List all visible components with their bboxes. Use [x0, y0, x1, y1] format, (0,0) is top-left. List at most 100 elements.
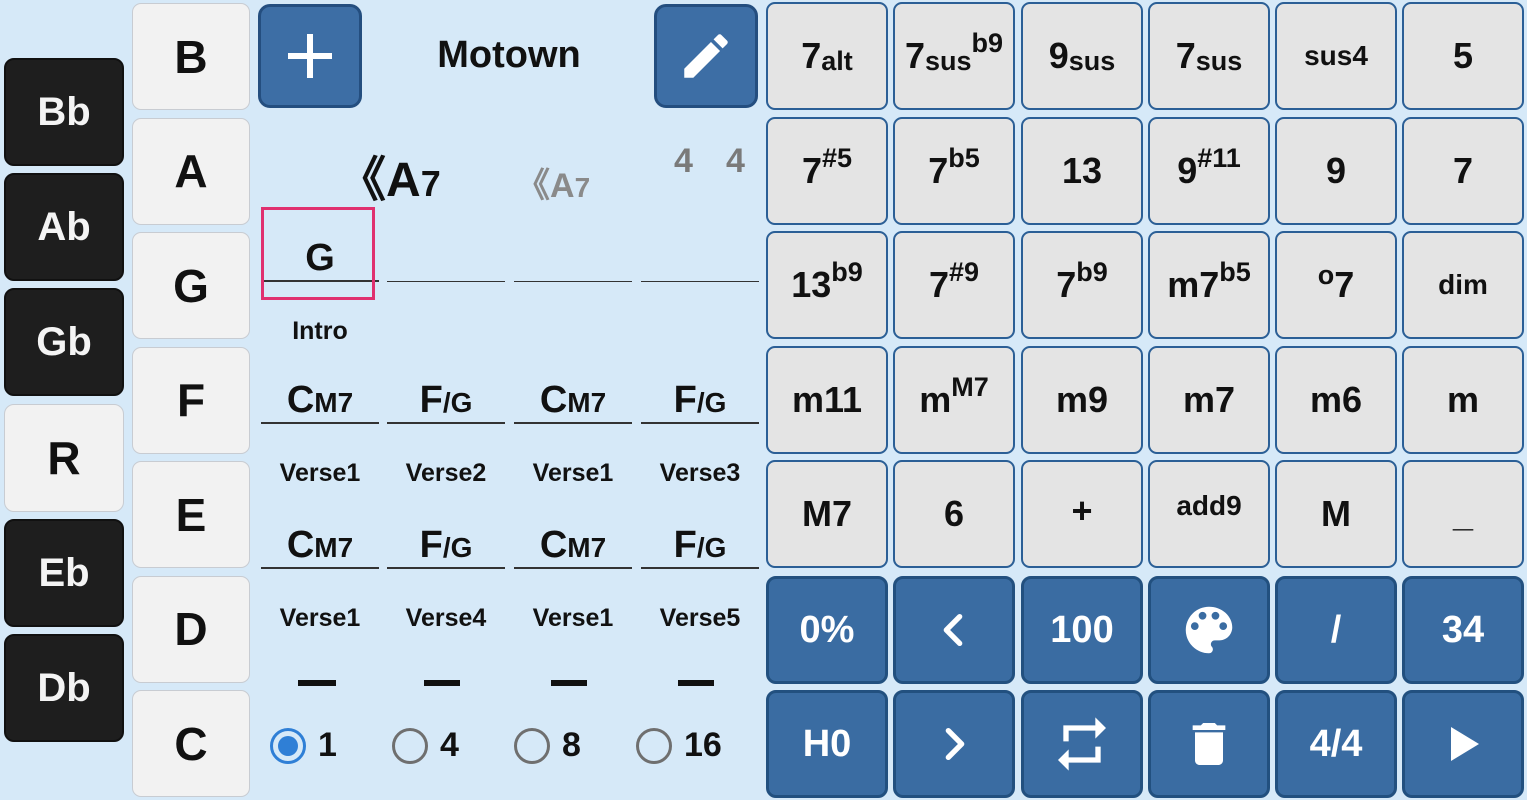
radio-button[interactable]	[392, 727, 428, 764]
play-button[interactable]	[1402, 690, 1524, 798]
accidental-key-eb[interactable]: Eb	[4, 519, 124, 627]
beat-option-8[interactable]: 8	[514, 726, 581, 765]
palette-button[interactable]	[1148, 576, 1270, 684]
accidental-key-r[interactable]: R	[4, 404, 124, 512]
chord-quality-button[interactable]: o7	[1275, 231, 1397, 339]
accidental-key-ab[interactable]: Ab	[4, 173, 124, 281]
delete-button[interactable]	[1148, 690, 1270, 798]
quality-main: 13	[1061, 150, 1103, 191]
chord-quality-button[interactable]: m M7	[893, 346, 1015, 454]
time-signature-button[interactable]: 4/4	[1275, 690, 1397, 798]
chord-cell[interactable]	[387, 234, 505, 282]
tempo-button[interactable]: 100	[1021, 576, 1143, 684]
root-key-d[interactable]: D	[132, 575, 250, 683]
radio-button[interactable]	[270, 727, 306, 764]
chord-root: F	[419, 379, 443, 421]
edit-button[interactable]	[654, 4, 758, 108]
chord-quality-button[interactable]: 7	[1402, 117, 1524, 225]
root-key-b[interactable]: B	[132, 3, 250, 110]
radio-button[interactable]	[636, 727, 672, 764]
cropped-chord-fragment	[424, 680, 460, 686]
chord-quality-button[interactable]: 7 b5	[893, 117, 1015, 225]
next-button[interactable]	[893, 690, 1015, 798]
beat-option-4[interactable]: 4	[392, 726, 459, 765]
chord-quality-button[interactable]: m6	[1275, 346, 1397, 454]
quality-main: 7	[801, 35, 822, 76]
quality-main: m	[1446, 379, 1479, 420]
chord-cell[interactable]: CM7	[514, 376, 632, 424]
chord-cell[interactable]: CM7	[261, 376, 379, 424]
quality-main: 9	[1325, 150, 1347, 191]
chord-quality-button[interactable]: 6	[893, 460, 1015, 568]
chord-quality-button[interactable]: m	[1402, 346, 1524, 454]
section-label: Verse5	[659, 604, 741, 632]
chord-quality: M7	[314, 387, 354, 418]
chord-quality-button[interactable]: 13	[1021, 117, 1143, 225]
chord-quality-button[interactable]: m9	[1021, 346, 1143, 454]
quality-main: 5	[1452, 35, 1474, 76]
chord-quality-button[interactable]: m11	[766, 346, 888, 454]
quality-main: 7	[928, 150, 949, 191]
quality-subscript: alt	[821, 45, 853, 76]
chord-quality-button[interactable]: add9	[1148, 460, 1270, 568]
slash-button[interactable]: /	[1275, 576, 1397, 684]
add-button[interactable]	[258, 4, 362, 108]
chord-quality-button[interactable]: _	[1402, 460, 1524, 568]
accidental-key-gb[interactable]: Gb	[4, 288, 124, 396]
chord-quality-button[interactable]: 7 #5	[766, 117, 888, 225]
chord-quality-button[interactable]: sus4	[1275, 2, 1397, 110]
beat-option-label: 1	[318, 726, 337, 764]
root-key-f[interactable]: F	[132, 346, 250, 454]
quality-main: add9	[1176, 490, 1242, 521]
quality-superscript: #9	[948, 256, 980, 287]
beat-option-1[interactable]: 1	[270, 726, 337, 765]
radio-button[interactable]	[514, 727, 550, 764]
chord-quality-button[interactable]: 7 #9	[893, 231, 1015, 339]
chord-quality-button[interactable]: +	[1021, 460, 1143, 568]
previous-button[interactable]	[893, 576, 1015, 684]
chord-quality-button[interactable]: 7 alt	[766, 2, 888, 110]
root-key-g[interactable]: G	[132, 232, 250, 339]
root-key-a[interactable]: A	[132, 117, 250, 225]
count-button[interactable]: 34	[1402, 576, 1524, 684]
chord-root: C	[539, 379, 568, 421]
hold-button[interactable]: H0	[766, 690, 888, 798]
chord-cell[interactable]: F/G	[641, 376, 759, 424]
chord-cell[interactable]	[514, 234, 632, 282]
chord-quality-button[interactable]: 9 #11	[1148, 117, 1270, 225]
accidental-key-bb[interactable]: Bb	[4, 58, 124, 166]
quality-main: 7	[1175, 35, 1196, 76]
chord-cell[interactable]: CM7	[514, 521, 632, 569]
chord-quality-button[interactable]: dim	[1402, 231, 1524, 339]
chord-quality-button[interactable]: 7 sus b9	[893, 2, 1015, 110]
root-key-c[interactable]: C	[132, 690, 250, 797]
chord-quality-button[interactable]: m7	[1148, 346, 1270, 454]
chord-quality-button[interactable]: M7	[766, 460, 888, 568]
quality-main: 9	[1048, 35, 1069, 76]
chord-quality-button[interactable]: 9 sus	[1021, 2, 1143, 110]
chord-cell[interactable]: CM7	[261, 521, 379, 569]
chord-quality-button[interactable]: 7 b9	[1021, 231, 1143, 339]
chord-quality-button[interactable]: 7 sus	[1148, 2, 1270, 110]
chord-cell[interactable]: F/G	[387, 521, 505, 569]
chord-root: F	[673, 379, 697, 421]
root-key-e[interactable]: E	[132, 461, 250, 568]
chord-quality-button[interactable]: 13 b9	[766, 231, 888, 339]
accidental-key-db[interactable]: Db	[4, 634, 124, 742]
section-label: Verse4	[405, 604, 487, 632]
song-title[interactable]: Motown	[370, 34, 648, 77]
beat-option-16[interactable]: 16	[636, 726, 722, 765]
chord-quality-button[interactable]: 9	[1275, 117, 1397, 225]
percent-button[interactable]: 0%	[766, 576, 888, 684]
chord-cell[interactable]	[641, 234, 759, 282]
quality-superscript: #5	[821, 142, 853, 173]
chord-quality: M7	[314, 532, 354, 563]
chord-quality-button[interactable]: M	[1275, 460, 1397, 568]
time-signature-button-label: 4/4	[1309, 722, 1363, 765]
chord-quality-button[interactable]: m7 b5	[1148, 231, 1270, 339]
chord-quality-button[interactable]: 5	[1402, 2, 1524, 110]
repeat-button[interactable]	[1021, 690, 1143, 798]
chord-cell[interactable]: F/G	[387, 376, 505, 424]
count-button-label: 34	[1441, 608, 1485, 651]
chord-cell[interactable]: F/G	[641, 521, 759, 569]
